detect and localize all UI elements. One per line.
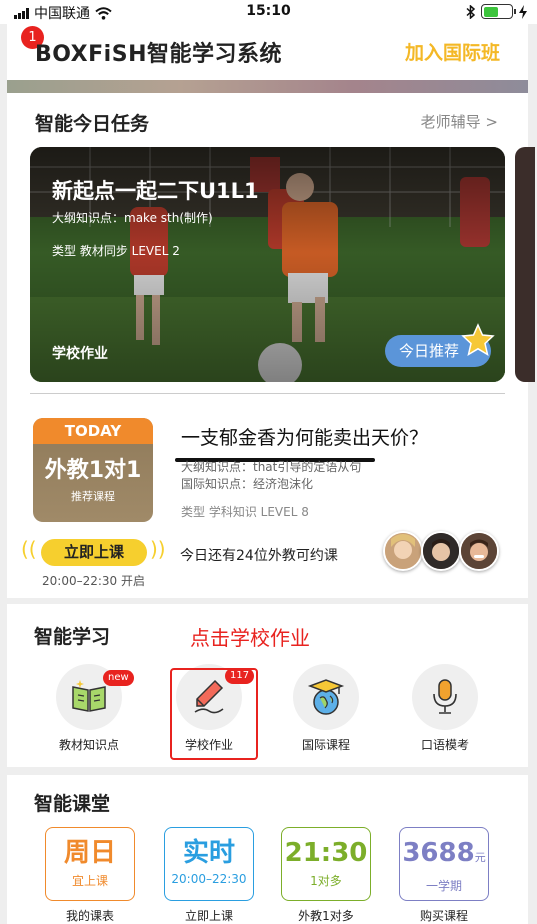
card-tag: 学校作业: [52, 346, 108, 362]
card-syllabus-point: 大纲知识点：make sth(制作): [52, 211, 213, 225]
tile-small-text: 20:00–22:30: [171, 872, 247, 886]
lesson-intl-point: 国际知识点：经济泡沫化: [181, 477, 314, 491]
charging-icon: [519, 4, 527, 19]
card-type-level: 类型 教材同步 LEVEL 2: [52, 244, 180, 258]
teacher-avatar[interactable]: [459, 531, 499, 571]
live-class-tile[interactable]: 实时 20:00–22:30: [164, 827, 254, 901]
tile-small-text: 1对多: [310, 874, 342, 888]
tile-big-text: 实时: [182, 838, 235, 868]
buy-course-tile[interactable]: 3688元 一学期: [399, 827, 489, 901]
tile-big-text: 21:30: [284, 838, 368, 868]
book-icon: [72, 680, 106, 712]
smart-learning-section: 智能学习 点击学校作业 教材知识点 new 学校作业 117 国际课程 口语模考: [7, 604, 528, 767]
feature-icon-bg: [412, 664, 478, 730]
lesson-box-sub: 推荐课程: [71, 490, 115, 503]
class-time-note: 20:00–22:30 开启: [42, 574, 145, 588]
tile-label: 外教1对多: [298, 909, 354, 923]
instruction-hint: 点击学校作业: [190, 626, 310, 650]
tile-small-text: 一学期: [425, 879, 462, 893]
tile-big-text: 周日: [63, 838, 116, 868]
battery-icon: [481, 4, 516, 19]
globe-cap-icon: [307, 679, 345, 715]
teacher-avatar[interactable]: [421, 531, 461, 571]
banner-strip: [7, 80, 528, 93]
app-title: BOXFiSH智能学习系统: [35, 42, 282, 67]
schedule-tile[interactable]: 周日 宜上课: [45, 827, 135, 901]
star-icon: [461, 323, 495, 357]
feature-label: 教材知识点: [58, 738, 119, 752]
feature-icon-bg: [293, 664, 359, 730]
lesson-box-main: 外教1对1: [44, 458, 142, 483]
bluetooth-icon: [466, 4, 475, 19]
new-badge: new: [103, 670, 134, 686]
section-title: 智能学习: [34, 626, 111, 648]
price-value: 3688: [402, 838, 475, 868]
smart-classroom-section: 智能课堂 周日 宜上课 我的课表 实时 20:00–22:30 立即上课 21:…: [7, 775, 528, 924]
feature-label: 口语模考: [420, 738, 469, 752]
task-card[interactable]: 新起点一起二下U1L1 大纲知识点：make sth(制作) 类型 教材同步 L…: [30, 147, 505, 382]
app-header: 1 BOXFiSH智能学习系统 加入国际班: [7, 24, 528, 80]
available-teachers-note: 今日还有24位外教可约课: [180, 548, 338, 564]
start-class-button[interactable]: 立即上课: [41, 539, 147, 566]
today-lesson-box[interactable]: TODAY 外教1对1 推荐课程: [33, 418, 153, 522]
microphone-icon: [433, 679, 457, 714]
feature-label: 国际课程: [301, 738, 350, 752]
next-card-peek[interactable]: [515, 147, 535, 382]
tile-label: 我的课表: [65, 909, 114, 923]
teacher-avatar[interactable]: [383, 531, 423, 571]
clock: 15:10: [246, 3, 291, 19]
today-label: TODAY: [33, 418, 153, 444]
lesson-title[interactable]: 一支郁金香为何能卖出天价？: [181, 423, 428, 450]
join-international-button[interactable]: 加入国际班: [405, 38, 500, 65]
tile-label: 购买课程: [419, 909, 468, 923]
tile-small-text: 宜上课: [71, 874, 108, 888]
tile-big-text: 3688元: [400, 838, 488, 873]
today-task-section: 智能今日任务 老师辅导 > 新起点一起二下U1L1 大纲知识点：make sth…: [7, 93, 535, 598]
left-wave-icon: ((: [21, 537, 37, 561]
group-class-tile[interactable]: 21:30 1对多: [281, 827, 371, 901]
feature-oral-mock-test[interactable]: 口语模考: [400, 664, 490, 753]
tile-label: 立即上课: [184, 909, 233, 923]
section-title: 智能今日任务: [35, 113, 150, 135]
status-right: [466, 4, 527, 19]
section-title: 智能课堂: [34, 793, 111, 815]
feature-international-course[interactable]: 国际课程: [281, 664, 371, 753]
highlight-box: [170, 668, 258, 760]
price-unit: 元: [474, 851, 486, 864]
lesson-syllabus-point: 大纲知识点：that引导的定语从句: [181, 460, 362, 474]
card-title: 新起点一起二下U1L1: [52, 179, 259, 203]
divider: [30, 393, 505, 394]
teacher-tutor-link[interactable]: 老师辅导 >: [421, 111, 498, 132]
right-wave-icon: )): [150, 537, 166, 561]
lesson-type-level: 类型 学科知识 LEVEL 8: [181, 505, 309, 519]
status-bar: 中国联通 15:10: [0, 0, 537, 24]
